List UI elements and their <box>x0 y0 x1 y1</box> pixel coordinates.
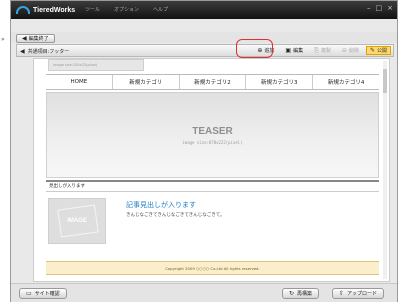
app-logo: TieredWorks <box>16 4 75 16</box>
app-window: TieredWorks ツール オプション ヘルプ – □ × ◀ 編集終了 ◀… <box>10 0 398 302</box>
teaser-image-placeholder[interactable]: TEASER image size:870x222(pixel) <box>46 92 379 178</box>
breadcrumb-label: 共通項目:フッター <box>27 49 70 55</box>
title-bar: TieredWorks ツール オプション ヘルプ – □ × <box>11 1 397 19</box>
close-button[interactable]: × <box>387 4 393 12</box>
edit-label: 編集 <box>293 48 304 54</box>
header-image-placeholder: image size:200x22(pixel) <box>48 59 144 71</box>
global-nav: HOME 新規カテゴリ 新規カテゴリ2 新規カテゴリ3 新規カテゴリ4 <box>46 74 379 90</box>
nav-item-category-4[interactable]: 新規カテゴリ4 <box>313 75 379 89</box>
arrow-left-icon: ◀ <box>22 34 27 42</box>
app-name: TieredWorks <box>33 6 76 14</box>
menu-item-options[interactable]: オプション <box>114 6 139 13</box>
window-controls: – □ × <box>367 4 393 12</box>
section-heading[interactable]: 見出しが入ります <box>46 180 379 192</box>
article-image-placeholder[interactable]: IMAGE <box>48 198 106 244</box>
nav-item-home[interactable]: HOME <box>46 75 113 89</box>
site-check-label: サイト確認 <box>34 291 60 297</box>
nav-item-category-1[interactable]: 新規カテゴリ <box>113 75 180 89</box>
publish-label: 公開 <box>376 48 387 54</box>
rebuild-button[interactable]: ↻ 再構築 <box>282 288 320 299</box>
article-title[interactable]: 記事見出しが入ります <box>126 200 196 210</box>
site-check-button[interactable]: ▭ サイト確認 <box>19 288 67 299</box>
panel-toggle-icon[interactable]: » <box>1 36 5 43</box>
rebuild-label: 再構築 <box>297 291 313 297</box>
menu-bar: ツール オプション ヘルプ <box>85 6 168 13</box>
edit-toolbar: ◀ 編集終了 <box>11 32 397 43</box>
maximize-button[interactable]: □ <box>376 4 383 12</box>
publish-icon: ✎ <box>369 46 375 54</box>
copy-icon: ⎘ <box>314 46 319 54</box>
delete-label: 削除 <box>348 48 359 54</box>
upload-icon: ⇧ <box>339 289 345 297</box>
end-edit-button[interactable]: ◀ 編集終了 <box>16 34 55 43</box>
footer-copyright[interactable]: Copyright 2009 ○○○○ Co.Ltd All rights re… <box>46 261 379 275</box>
edit-button[interactable]: ▣ 編集 <box>281 46 307 55</box>
nav-item-category-2[interactable]: 新規カテゴリ2 <box>180 75 247 89</box>
menu-item-help[interactable]: ヘルプ <box>153 6 168 13</box>
publish-button[interactable]: ✎ 公開 <box>365 46 391 55</box>
monitor-icon: ▭ <box>26 289 32 297</box>
minimize-button[interactable]: – <box>367 4 371 12</box>
add-button-highlight <box>236 39 273 58</box>
teaser-title: TEASER <box>192 126 233 137</box>
menu-item-tools[interactable]: ツール <box>85 6 100 13</box>
refresh-icon: ↻ <box>289 289 295 297</box>
edit-icon: ▣ <box>285 46 292 54</box>
page-preview: image size:200x22(pixel) HOME 新規カテゴリ 新規カ… <box>33 58 390 282</box>
copy-label: 複製 <box>320 48 331 54</box>
delete-icon: ⊖ <box>341 46 347 54</box>
upload-label: アップロード <box>347 291 378 297</box>
upload-button[interactable]: ⇧ アップロード <box>332 288 385 299</box>
article-body[interactable]: きんじなごきてきんじなごきてきんじなごきて。 <box>126 212 225 218</box>
teaser-size: image size:870x222(pixel) <box>182 140 243 145</box>
item-toolbar: ◀ 共通項目:フッター ⊕ 追加 ▣ 編集 ⎘ 複製 ⊖ 削除 ✎ 公開 <box>16 44 394 57</box>
scrollbar-thumb[interactable] <box>383 69 387 93</box>
breadcrumb: ◀ 共通項目:フッター <box>20 48 69 55</box>
copy-button[interactable]: ⎘ 複製 <box>310 46 335 55</box>
end-edit-label: 編集終了 <box>28 36 49 42</box>
nav-item-category-3[interactable]: 新規カテゴリ3 <box>246 75 314 89</box>
back-arrow-icon[interactable]: ◀ <box>20 48 25 55</box>
item-actions: ⊕ 追加 ▣ 編集 ⎘ 複製 ⊖ 削除 ✎ 公開 <box>253 46 391 55</box>
bottom-toolbar: ▭ サイト確認 ↻ 再構築 ⇧ アップロード <box>11 283 397 302</box>
logo-icon <box>16 6 30 14</box>
delete-button[interactable]: ⊖ 削除 <box>338 46 363 55</box>
vertical-scrollbar[interactable] <box>383 61 387 279</box>
image-placeholder-label: IMAGE <box>67 218 87 224</box>
